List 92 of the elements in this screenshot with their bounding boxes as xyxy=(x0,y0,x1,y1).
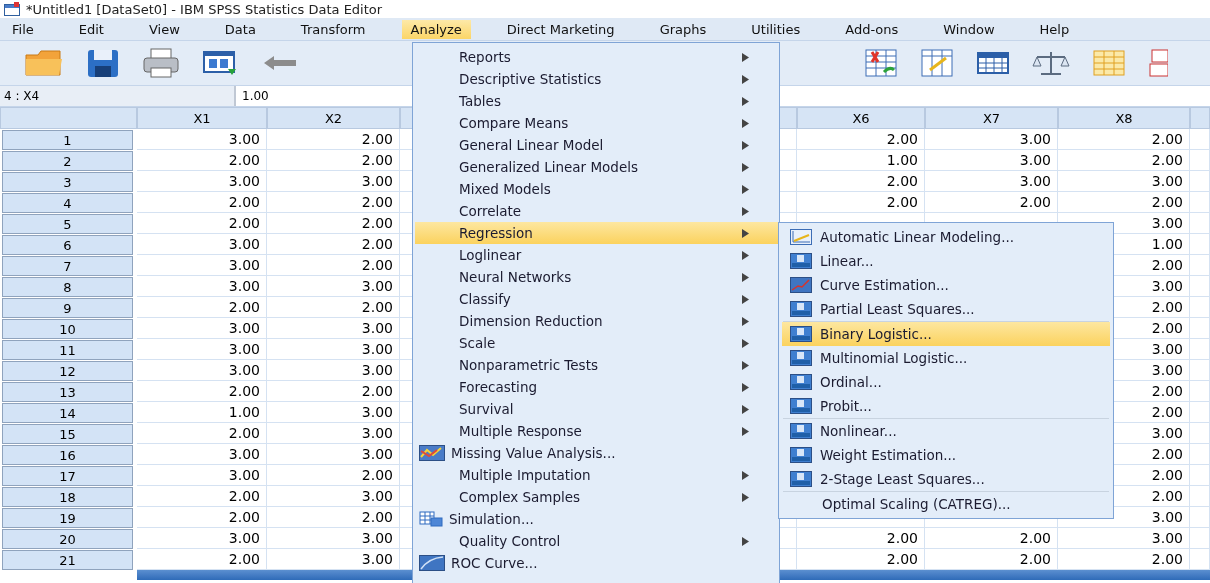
table-cell: 3.00 xyxy=(267,528,400,549)
table-cell: 2.00 xyxy=(267,213,400,234)
table-cell: 2.00 xyxy=(137,381,267,402)
table-cell: 2.00 xyxy=(137,150,267,171)
table-cell: 3.00 xyxy=(137,129,267,150)
menu-item-label: Partial Least Squares... xyxy=(820,301,975,317)
menu-item-label: Simulation... xyxy=(449,511,534,527)
table-cell: 2.00 xyxy=(1058,150,1190,171)
menu-item-label: Classify xyxy=(459,291,511,307)
table-cell: 2.00 xyxy=(137,213,267,234)
menu-item-label: Descriptive Statistics xyxy=(459,71,602,87)
menu-item-label: Missing Value Analysis... xyxy=(451,445,616,461)
menu-item-label: Reports xyxy=(459,49,511,65)
table-cell: 2.00 xyxy=(267,150,400,171)
table-cell: 2.00 xyxy=(267,192,400,213)
table-cell: 3.00 xyxy=(267,423,400,444)
table-cell: 3.00 xyxy=(137,465,267,486)
menu-item-label: Weight Estimation... xyxy=(820,447,957,463)
table-cell: 2.00 xyxy=(925,192,1058,213)
table-cell: 3.00 xyxy=(137,171,267,192)
table-cell: 3.00 xyxy=(267,402,400,423)
window-title: *Untitled1 [DataSet0] - IBM SPSS Statistics Data Editor xyxy=(26,1,383,17)
menu-item-label: Tables xyxy=(459,93,501,109)
table-cell: 3.00 xyxy=(925,129,1058,150)
menu-item-label: Nonparametric Tests xyxy=(459,357,598,373)
menu-item-label: Multinomial Logistic... xyxy=(820,350,968,366)
menu-item-label: Automatic Linear Modeling... xyxy=(820,229,1015,245)
menu-item-label: Multiple Response xyxy=(459,423,582,439)
menu-item-label: Compare Means xyxy=(459,115,569,131)
table-cell: 2.00 xyxy=(925,528,1058,549)
table-cell: 3.00 xyxy=(1058,528,1190,549)
table-cell: 3.00 xyxy=(137,339,267,360)
table-cell: 2.00 xyxy=(137,486,267,507)
table-cell: 2.00 xyxy=(267,507,400,528)
table-cell: 2.00 xyxy=(797,129,925,150)
table-cell: 2.00 xyxy=(267,255,400,276)
table-cell: 3.00 xyxy=(267,339,400,360)
table-cell: 2.00 xyxy=(267,129,400,150)
table-cell: 3.00 xyxy=(925,150,1058,171)
menu-item-label: Curve Estimation... xyxy=(820,277,949,293)
menu-item-label: Linear... xyxy=(820,253,874,269)
menu-item-label: Mixed Models xyxy=(459,181,551,197)
menu-item-label: Optimal Scaling (CATREG)... xyxy=(822,496,1011,512)
table-cell: 3.00 xyxy=(137,528,267,549)
menu-item-label: Nonlinear... xyxy=(820,423,897,439)
menu-item-label: Ordinal... xyxy=(820,374,882,390)
table-cell: 3.00 xyxy=(267,360,400,381)
table-cell: 3.00 xyxy=(267,318,400,339)
table-cell: 3.00 xyxy=(137,276,267,297)
menu-item-label: 2-Stage Least Squares... xyxy=(820,471,985,487)
menu-item-label: Complex Samples xyxy=(459,489,581,505)
menu-item-label: Generalized Linear Models xyxy=(459,159,639,175)
table-cell: 2.00 xyxy=(1058,192,1190,213)
table-cell: 3.00 xyxy=(1058,171,1190,192)
table-cell: 2.00 xyxy=(137,507,267,528)
table-cell: 3.00 xyxy=(137,255,267,276)
table-cell: 2.00 xyxy=(267,381,400,402)
table-cell: 3.00 xyxy=(925,171,1058,192)
table-cell: 2.00 xyxy=(797,528,925,549)
menu-item-label: Forecasting xyxy=(459,379,537,395)
table-cell: 3.00 xyxy=(267,171,400,192)
table-cell: 2.00 xyxy=(267,465,400,486)
menu-item-label: Binary Logistic... xyxy=(820,326,932,342)
table-cell: 3.00 xyxy=(137,318,267,339)
table-cell: 3.00 xyxy=(267,486,400,507)
table-cell: 1.00 xyxy=(137,402,267,423)
table-cell: 2.00 xyxy=(267,297,400,318)
menu-item-label: Multiple Imputation xyxy=(459,467,591,483)
menu-item-label: Correlate xyxy=(459,203,522,219)
table-cell: 3.00 xyxy=(137,360,267,381)
menu-item-label: Loglinear xyxy=(459,247,522,263)
table-cell: 2.00 xyxy=(797,171,925,192)
table-cell: 2.00 xyxy=(137,423,267,444)
menu-item-label: Regression xyxy=(459,225,533,241)
menu-item-label: General Linear Model xyxy=(459,137,604,153)
menu-item-label: Probit... xyxy=(820,398,872,414)
table-cell: 3.00 xyxy=(267,444,400,465)
menu-item-label: ROC Curve... xyxy=(451,555,538,571)
table-cell: 3.00 xyxy=(137,234,267,255)
menu-item-label: Neural Networks xyxy=(459,269,572,285)
table-cell: 2.00 xyxy=(137,297,267,318)
table-cell: 2.00 xyxy=(1058,129,1190,150)
table-cell: 2.00 xyxy=(797,192,925,213)
table-cell: 2.00 xyxy=(267,234,400,255)
table-cell: 2.00 xyxy=(137,192,267,213)
table-cell: 1.00 xyxy=(797,150,925,171)
table-cell: 3.00 xyxy=(137,444,267,465)
menu-item-label: Survival xyxy=(459,401,514,417)
table-cell: 3.00 xyxy=(267,276,400,297)
menu-item-label: Dimension Reduction xyxy=(459,313,603,329)
menu-item-label: Quality Control xyxy=(459,533,561,549)
menu-item-label: Scale xyxy=(459,335,496,351)
